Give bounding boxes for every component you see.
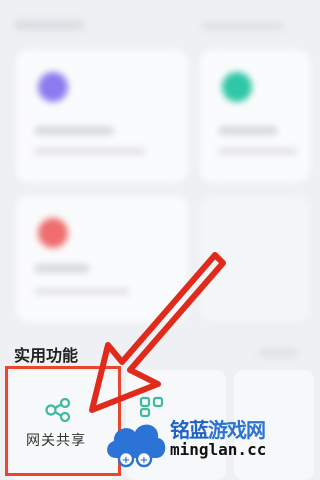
card-line: [34, 126, 114, 135]
purple-icon: [38, 72, 68, 102]
card-line: [218, 148, 298, 155]
svg-text:+: +: [140, 455, 148, 466]
card-line: [218, 126, 278, 135]
section-title: 实用功能: [14, 346, 79, 365]
red-arrow-annotation: [89, 252, 226, 413]
card-top-right[interactable]: [200, 50, 310, 182]
watermark-brand-part1: 铭蓝: [170, 418, 209, 442]
header-title-placeholder: [14, 20, 84, 30]
watermark-brand-part2: 游戏网: [208, 418, 266, 442]
cloud-logo-icon: + +: [107, 424, 166, 468]
teal-icon: [222, 72, 252, 102]
svg-text:+: +: [122, 455, 130, 466]
card-line: [34, 148, 146, 155]
watermark-url: minglan.cc: [170, 440, 267, 459]
top-bar: [14, 14, 284, 34]
header-right-placeholder: [202, 22, 284, 30]
card-top-left[interactable]: [16, 50, 188, 182]
section-right-placeholder: [258, 348, 298, 358]
red-icon: [38, 218, 68, 248]
watermark-brand: 铭蓝游戏网: [170, 414, 266, 443]
